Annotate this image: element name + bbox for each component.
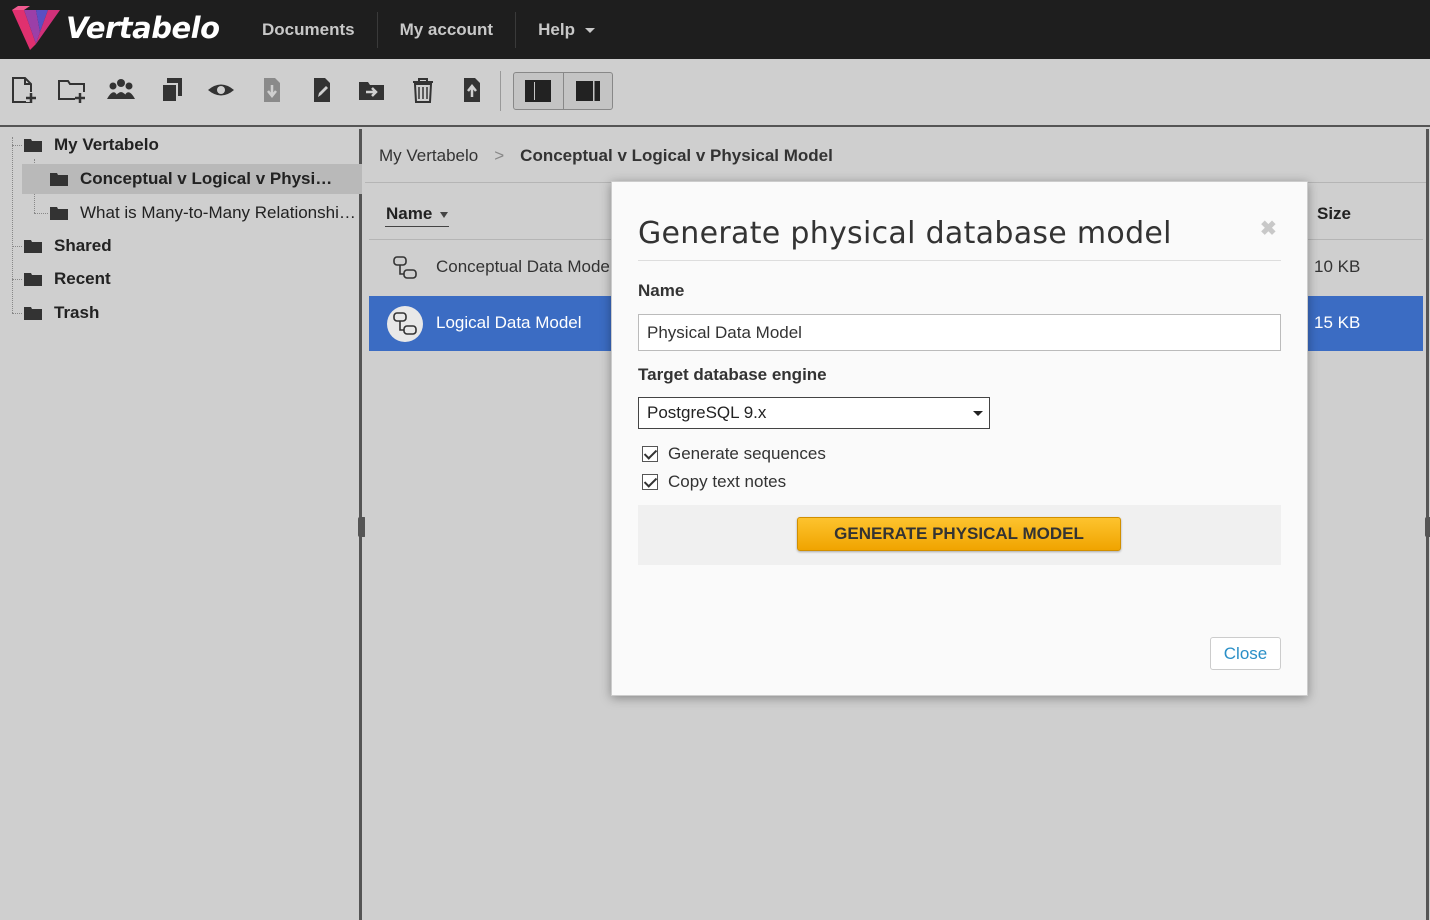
left-panel-view-icon[interactable] bbox=[514, 73, 564, 109]
nav-help[interactable]: Help bbox=[516, 12, 617, 48]
delete-icon[interactable] bbox=[408, 75, 438, 105]
sidebar-item-shared[interactable]: Shared bbox=[22, 231, 352, 261]
generate-sequences-option: Generate sequences bbox=[642, 444, 826, 464]
main-nav: Documents My account Help bbox=[240, 0, 617, 59]
file-name: Logical Data Model bbox=[436, 313, 582, 332]
model-name-input[interactable] bbox=[638, 314, 1281, 351]
sidebar-item-many-to-many[interactable]: What is Many-to-Many Relationshi… bbox=[48, 198, 358, 228]
file-name: Conceptual Data Model bbox=[436, 257, 614, 276]
column-header-name[interactable]: Name bbox=[386, 204, 449, 224]
chevron-down-icon bbox=[584, 27, 595, 33]
file-size: 10 KB bbox=[1314, 257, 1361, 276]
toolbar bbox=[0, 59, 1430, 127]
tree-connector bbox=[12, 137, 13, 313]
database-engine-value: PostgreSQL 9.x bbox=[647, 403, 767, 422]
tree-connector bbox=[12, 279, 22, 280]
folder-icon bbox=[50, 207, 68, 220]
folder-icon bbox=[24, 273, 42, 286]
new-document-icon[interactable] bbox=[8, 75, 38, 105]
nav-help-label: Help bbox=[538, 19, 575, 39]
action-area: GENERATE PHYSICAL MODEL bbox=[638, 505, 1281, 565]
sidebar-item-label: Recent bbox=[54, 269, 111, 288]
sort-descending-icon bbox=[440, 211, 449, 218]
file-size: 15 KB bbox=[1314, 313, 1361, 332]
folder-icon bbox=[24, 307, 42, 320]
generate-physical-model-dialog: Generate physical database model ✖ Name … bbox=[611, 181, 1308, 696]
sidebar-item-label: What is Many-to-Many Relationshi… bbox=[80, 203, 356, 222]
sidebar-item-label: Conceptual v Logical v Physi… bbox=[80, 169, 333, 188]
tree-connector bbox=[12, 145, 22, 146]
edit-icon[interactable] bbox=[307, 75, 337, 105]
name-label: Name bbox=[638, 281, 685, 300]
sidebar-item-label: Trash bbox=[54, 303, 100, 322]
move-icon[interactable] bbox=[357, 75, 387, 105]
column-header-name-label: Name bbox=[386, 204, 433, 223]
right-panel-view-icon[interactable] bbox=[564, 73, 613, 109]
dialog-title: Generate physical database model bbox=[638, 216, 1172, 251]
column-header-underline bbox=[385, 226, 449, 227]
preview-icon[interactable] bbox=[206, 75, 236, 105]
folder-icon bbox=[24, 240, 42, 253]
nav-documents[interactable]: Documents bbox=[240, 11, 378, 48]
download-icon[interactable] bbox=[257, 75, 287, 105]
copy-icon[interactable] bbox=[157, 75, 187, 105]
generate-sequences-label: Generate sequences bbox=[668, 444, 826, 463]
copy-text-notes-option: Copy text notes bbox=[642, 472, 786, 492]
dialog-title-divider bbox=[638, 260, 1281, 261]
engine-label: Target database engine bbox=[638, 365, 827, 384]
sidebar-item-trash[interactable]: Trash bbox=[22, 298, 352, 328]
right-resize-handle[interactable] bbox=[1425, 517, 1430, 537]
column-header-size[interactable]: Size bbox=[1317, 204, 1351, 224]
nav-my-account[interactable]: My account bbox=[378, 11, 517, 48]
tree-connector bbox=[34, 213, 48, 214]
sidebar-item-conceptual[interactable]: Conceptual v Logical v Physi… bbox=[22, 164, 362, 194]
model-icon bbox=[387, 306, 423, 342]
breadcrumb-separator: > bbox=[494, 146, 505, 165]
chevron-down-icon bbox=[973, 411, 983, 416]
logo-mark-icon bbox=[12, 6, 60, 50]
close-button[interactable]: Close bbox=[1210, 637, 1281, 670]
folder-icon bbox=[24, 139, 42, 152]
folder-icon bbox=[50, 173, 68, 186]
close-icon[interactable]: ✖ bbox=[1260, 216, 1277, 241]
top-navigation-bar: Vertabelo Documents My account Help bbox=[0, 0, 1430, 59]
new-folder-icon[interactable] bbox=[57, 75, 87, 105]
brand-name: Vertabelo bbox=[66, 11, 220, 45]
breadcrumb: My Vertabelo > Conceptual v Logical v Ph… bbox=[379, 146, 833, 166]
copy-text-notes-label: Copy text notes bbox=[668, 472, 787, 491]
breadcrumb-current: Conceptual v Logical v Physical Model bbox=[520, 146, 833, 165]
sidebar-item-label: My Vertabelo bbox=[54, 135, 159, 154]
breadcrumb-root[interactable]: My Vertabelo bbox=[379, 146, 478, 166]
tree-connector bbox=[12, 246, 22, 247]
copy-text-notes-checkbox[interactable] bbox=[642, 474, 658, 490]
generate-sequences-checkbox[interactable] bbox=[642, 446, 658, 462]
tree-connector bbox=[12, 313, 22, 314]
model-icon bbox=[387, 250, 423, 286]
generate-physical-model-button[interactable]: GENERATE PHYSICAL MODEL bbox=[797, 517, 1121, 551]
sidebar-item-recent[interactable]: Recent bbox=[22, 264, 352, 294]
sidebar-item-my-vertabelo[interactable]: My Vertabelo bbox=[22, 130, 352, 160]
vertabelo-logo[interactable]: Vertabelo bbox=[10, 4, 220, 54]
panel-view-toggle bbox=[513, 72, 613, 110]
share-users-icon[interactable] bbox=[106, 75, 136, 105]
database-engine-select[interactable]: PostgreSQL 9.x bbox=[638, 397, 990, 429]
toolbar-divider bbox=[500, 71, 501, 111]
sidebar-item-label: Shared bbox=[54, 236, 112, 255]
folder-tree-sidebar: My Vertabelo Conceptual v Logical v Phys… bbox=[0, 129, 366, 920]
upload-icon[interactable] bbox=[457, 75, 487, 105]
